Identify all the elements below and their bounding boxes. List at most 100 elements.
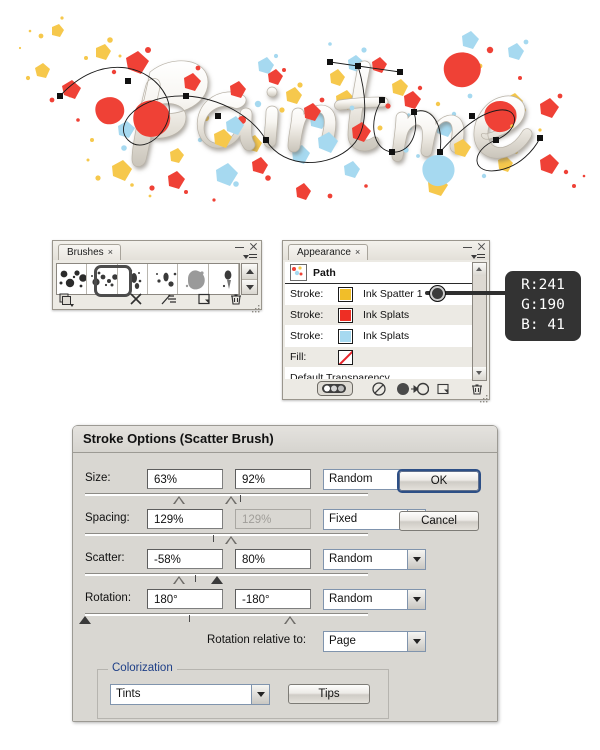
rotation-min-handle[interactable] xyxy=(79,616,91,624)
scroll-up-icon[interactable] xyxy=(473,263,486,276)
reduce-to-basic-appearance-icon[interactable] xyxy=(395,381,430,402)
brush-libraries-menu-icon[interactable] xyxy=(58,291,74,307)
appearance-footer[interactable] xyxy=(283,379,489,399)
colorization-method-select[interactable]: Tints xyxy=(110,684,270,705)
rotation-slider[interactable] xyxy=(79,613,368,625)
rotation-mode-value: Random xyxy=(329,593,373,605)
fill-none-swatch[interactable] xyxy=(338,349,353,365)
transparency-label: Default Transparency xyxy=(290,372,390,379)
tab-brushes-close-icon[interactable]: × xyxy=(108,248,116,257)
slider-tick xyxy=(213,535,214,542)
appearance-row-stroke-3[interactable]: Stroke: Ink Splats xyxy=(285,326,473,347)
dialog-body: Size: 63% 92% Random Spacing: 129% 129% … xyxy=(73,453,497,721)
rotation-max-handle[interactable] xyxy=(284,616,296,624)
size-max-handle[interactable] xyxy=(225,496,237,504)
scatter-max-input[interactable]: 80% xyxy=(235,549,311,569)
minimize-icon[interactable] xyxy=(463,242,472,251)
resize-grip[interactable] xyxy=(480,390,488,403)
slider-tick xyxy=(240,495,241,502)
tab-brushes-label: Brushes xyxy=(67,247,104,258)
tab-appearance-close-icon[interactable]: × xyxy=(355,248,363,257)
appearance-scrollbar[interactable] xyxy=(472,262,487,381)
brush-item-3[interactable] xyxy=(148,264,179,294)
appearance-titlebar[interactable]: Appearance × xyxy=(283,241,489,261)
appearance-target-row[interactable]: Path xyxy=(285,262,473,284)
stroke-color-swatch[interactable] xyxy=(338,307,353,323)
rotation-relative-label: Rotation relative to: xyxy=(207,634,307,646)
colorization-legend: Colorization xyxy=(108,662,177,674)
chevron-down-icon[interactable] xyxy=(407,632,425,651)
row-label: Stroke: xyxy=(290,309,324,321)
appearance-attribute-list[interactable]: Path Stroke: Ink Spatter 1 Stroke: Ink S… xyxy=(285,262,473,379)
new-brush-icon[interactable] xyxy=(196,291,212,307)
minimize-icon[interactable] xyxy=(235,242,244,251)
appearance-window-buttons[interactable] xyxy=(463,242,486,251)
spacing-handle[interactable] xyxy=(225,536,237,544)
rotation-mode-select[interactable]: Random xyxy=(323,589,426,610)
rotation-relative-select[interactable]: Page xyxy=(323,631,426,652)
stroke-options-dialog[interactable]: Stroke Options (Scatter Brush) Size: 63%… xyxy=(72,425,498,722)
size-min-handle[interactable] xyxy=(173,496,185,504)
cancel-button[interactable]: Cancel xyxy=(399,511,479,531)
row-label: Stroke: xyxy=(290,330,324,342)
close-icon[interactable] xyxy=(477,242,486,251)
appearance-panel[interactable]: Appearance × Path Stroke: Ink Spatter 1 … xyxy=(282,240,490,403)
spacing-min-input[interactable]: 129% xyxy=(147,509,223,529)
slider-tick xyxy=(195,575,196,582)
colorization-method-value: Tints xyxy=(116,688,141,700)
splatter-layer-front xyxy=(49,31,586,202)
brush-item-2[interactable] xyxy=(118,264,148,294)
size-max-input[interactable]: 92% xyxy=(235,469,311,489)
spacing-slider[interactable] xyxy=(85,533,368,545)
field-row-rotation-relative: Rotation relative to: Page xyxy=(85,631,426,653)
brush-item-4[interactable] xyxy=(178,264,209,294)
scatter-min-handle[interactable] xyxy=(173,576,185,584)
size-slider[interactable] xyxy=(85,493,368,505)
scroll-up-icon[interactable] xyxy=(242,264,257,279)
scatter-max-handle[interactable] xyxy=(211,576,223,584)
spacing-label: Spacing: xyxy=(85,512,130,524)
remove-brush-stroke-icon[interactable] xyxy=(128,291,144,307)
close-icon[interactable] xyxy=(249,242,258,251)
appearance-row-transparency[interactable]: Default Transparency xyxy=(285,368,473,379)
stroke-color-swatch[interactable] xyxy=(338,286,353,302)
chevron-down-icon[interactable] xyxy=(251,685,269,704)
row-brush-name: Ink Splats xyxy=(363,330,410,342)
tips-button[interactable]: Tips xyxy=(288,684,370,704)
tab-appearance[interactable]: Appearance × xyxy=(288,244,368,261)
tab-appearance-label: Appearance xyxy=(297,247,351,258)
delete-brush-icon[interactable] xyxy=(228,291,244,307)
duplicate-selected-item-icon[interactable] xyxy=(435,381,451,402)
options-of-selected-object-icon[interactable] xyxy=(160,291,176,307)
rotation-max-input[interactable]: -180° xyxy=(235,589,311,609)
scatter-slider[interactable] xyxy=(85,573,368,585)
add-new-stroke-icon[interactable] xyxy=(317,381,353,401)
size-mode-value: Random xyxy=(329,473,373,485)
brushes-titlebar[interactable]: Brushes × xyxy=(53,241,261,261)
brush-item-0[interactable] xyxy=(57,264,88,294)
rotation-label: Rotation: xyxy=(85,592,132,604)
chevron-down-icon[interactable] xyxy=(407,550,425,569)
rotation-min-input[interactable]: 180° xyxy=(147,589,223,609)
size-min-input[interactable]: 63% xyxy=(147,469,223,489)
slider-track xyxy=(85,573,368,576)
brush-item-1[interactable] xyxy=(87,264,118,294)
chevron-down-icon[interactable] xyxy=(407,590,425,609)
appearance-body: Path Stroke: Ink Spatter 1 Stroke: Ink S… xyxy=(283,260,489,403)
ok-button[interactable]: OK xyxy=(399,471,479,491)
appearance-row-fill[interactable]: Fill: xyxy=(285,347,473,368)
scatter-mode-select[interactable]: Random xyxy=(323,549,426,570)
rotation-relative-value: Page xyxy=(329,635,356,647)
resize-grip[interactable] xyxy=(252,300,260,313)
tab-brushes[interactable]: Brushes × xyxy=(58,244,121,261)
appearance-row-stroke-2[interactable]: Stroke: Ink Splats xyxy=(285,305,473,326)
brush-item-5[interactable] xyxy=(209,264,239,294)
stroke-color-swatch[interactable] xyxy=(338,328,353,344)
scatter-min-input[interactable]: -58% xyxy=(147,549,223,569)
brushes-panel[interactable]: Brushes × xyxy=(52,240,262,313)
brushes-footer[interactable] xyxy=(56,291,258,307)
brushes-window-buttons[interactable] xyxy=(235,242,258,251)
row-label: Stroke: xyxy=(290,288,324,300)
slider-track xyxy=(85,613,368,616)
clear-appearance-icon[interactable] xyxy=(371,381,387,402)
